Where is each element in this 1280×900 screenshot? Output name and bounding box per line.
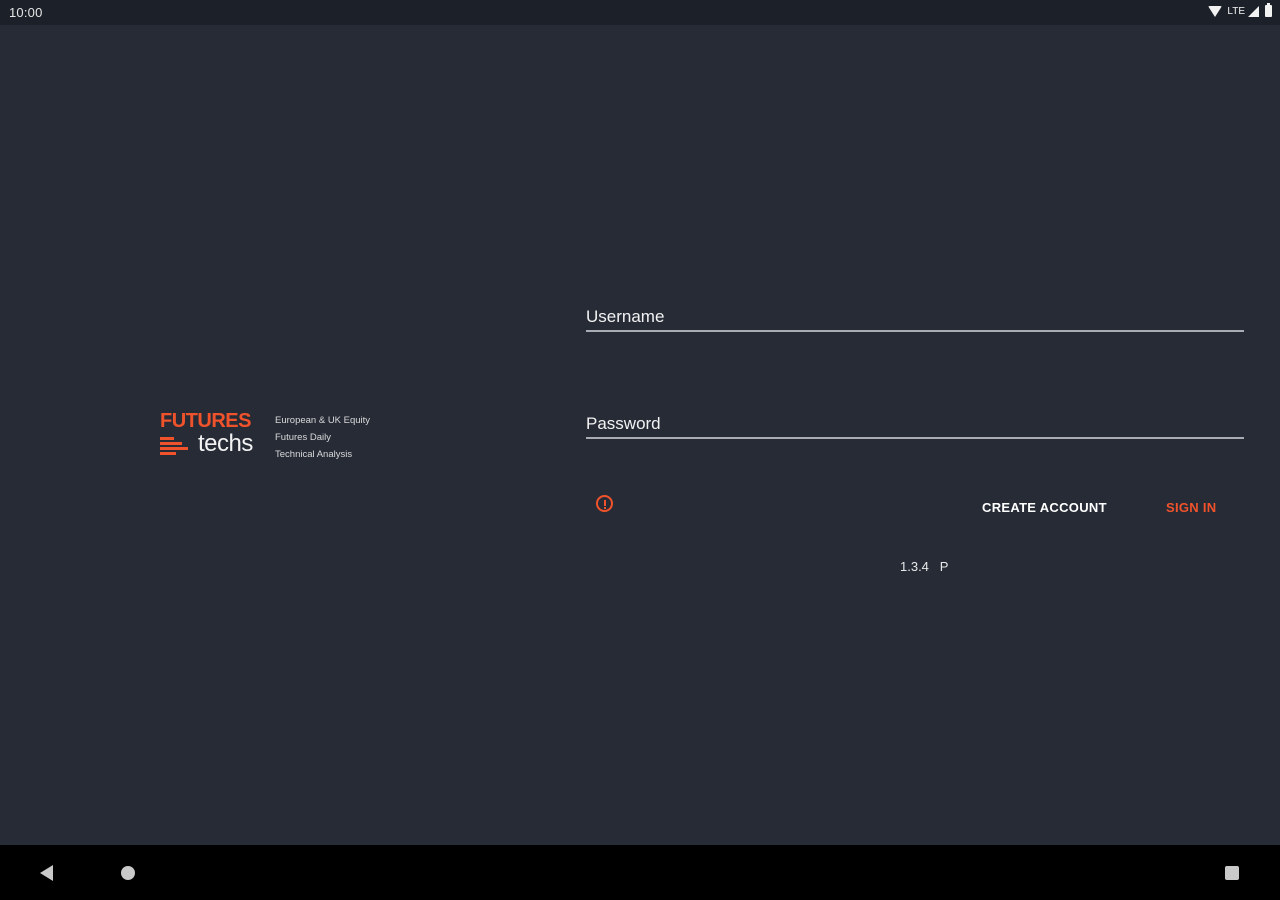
tagline-line: Technical Analysis xyxy=(275,449,353,460)
logo-brand-bottom: techs xyxy=(198,430,253,457)
status-time: 10:00 xyxy=(9,5,43,20)
tagline-line: Futures Daily xyxy=(275,432,331,443)
logo-tagline: European & UK Equity Futures Daily Techn… xyxy=(275,412,370,463)
status-bar: 10:00 LTE xyxy=(0,0,1280,25)
logo-plug-icon xyxy=(160,437,190,455)
home-icon[interactable] xyxy=(121,866,135,880)
battery-icon xyxy=(1265,3,1272,17)
wifi-icon xyxy=(1208,6,1223,17)
back-icon[interactable] xyxy=(40,865,53,881)
navigation-bar xyxy=(0,845,1280,900)
futures-techs-logo: FUTURES techs European & UK Equity Futur… xyxy=(160,410,400,465)
login-screen: 10:00 LTE FUTURES techs European & UK Eq… xyxy=(0,0,1280,900)
version-label: 1.3.4 P xyxy=(900,559,948,574)
create-account-button[interactable]: CREATE ACCOUNT xyxy=(974,494,1115,521)
info-icon[interactable] xyxy=(596,495,613,512)
version-number: 1.3.4 xyxy=(900,559,929,574)
cell-signal-icon xyxy=(1248,5,1259,17)
recents-icon[interactable] xyxy=(1225,866,1239,880)
password-field xyxy=(586,414,1244,439)
sign-in-button[interactable]: SIGN IN xyxy=(1158,494,1225,521)
network-type-label: LTE xyxy=(1227,5,1245,17)
username-field xyxy=(586,307,1244,332)
tagline-line: European & UK Equity xyxy=(275,415,371,426)
username-input[interactable] xyxy=(586,307,1244,330)
password-input[interactable] xyxy=(586,414,1244,437)
status-icons: LTE xyxy=(1208,3,1272,17)
version-flag: P xyxy=(939,559,949,574)
